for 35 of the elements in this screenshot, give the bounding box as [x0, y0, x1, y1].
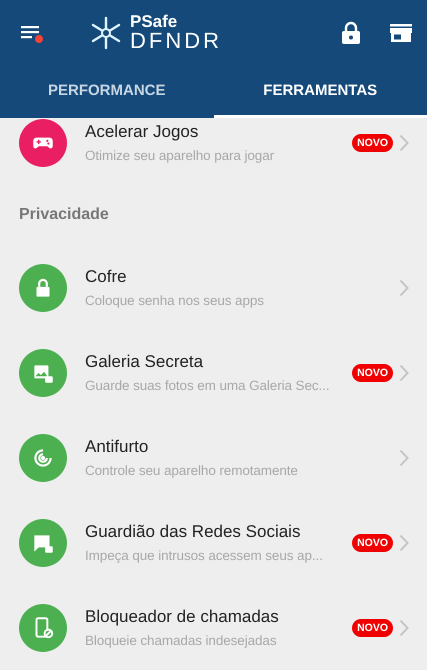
item-subtitle: Bloqueie chamadas indesejadas — [85, 633, 278, 648]
tab[interactable]: PERFORMANCE — [0, 65, 214, 118]
tab[interactable]: FERRAMENTAS — [214, 65, 427, 118]
item-subtitle: Guarde suas fotos em uma Galeria Sec... — [85, 378, 330, 393]
item-title: Acelerar Jogos — [85, 122, 200, 142]
tool-list-item[interactable]: Galeria Secreta Guarde suas fotos em uma Galeria Sec... NOVO — [0, 330, 427, 415]
chevron-icon — [399, 364, 409, 382]
item-title: Bloqueador de chamadas — [85, 607, 280, 627]
tool-list-item[interactable]: Guardião das Redes Sociais Impeça que intrusos acessem seus ap... NOVO — [0, 500, 427, 585]
logo-text: DFNDR — [130, 30, 222, 52]
new-badge: NOVO — [352, 364, 393, 382]
logo-text: PSafe — [130, 13, 178, 30]
item-title: Antifurto — [85, 437, 150, 457]
item-subtitle: Otimize seu aparelho para jogar — [85, 148, 276, 163]
item-subtitle: Controle seu aparelho remotamente — [85, 463, 299, 478]
tool-list-item[interactable]: Antifurto Controle seu aparelho remotamente — [0, 415, 427, 500]
chevron-icon — [399, 448, 409, 466]
new-badge: NOVO — [352, 534, 393, 552]
chevron-icon — [399, 534, 409, 552]
item-subtitle: Coloque senha nos seus apps — [85, 293, 265, 308]
new-badge: NOVO — [352, 618, 393, 636]
tool-list-item[interactable]: Bloqueador de chamadas Bloqueie chamadas indesejadas NOVO — [0, 585, 427, 670]
store-button[interactable] — [389, 22, 413, 44]
lock-button[interactable] — [341, 20, 361, 44]
item-title: Galeria Secreta — [85, 352, 204, 372]
tool-list-item[interactable]: Cofre Coloque senha nos seus apps — [0, 245, 427, 330]
chevron-icon — [399, 618, 409, 636]
chevron-icon — [399, 278, 409, 296]
section-heading: Privacidade — [19, 206, 109, 224]
item-title: Guardião das Redes Sociais — [85, 522, 302, 542]
item-subtitle: Impeça que intrusos acessem seus ap... — [85, 548, 324, 563]
chevron-icon — [399, 134, 409, 152]
new-badge: NOVO — [352, 134, 393, 152]
item-title: Cofre — [85, 267, 128, 287]
tool-list-item[interactable]: Acelerar Jogos Otimize seu aparelho para jogar NOVO — [0, 118, 427, 185]
